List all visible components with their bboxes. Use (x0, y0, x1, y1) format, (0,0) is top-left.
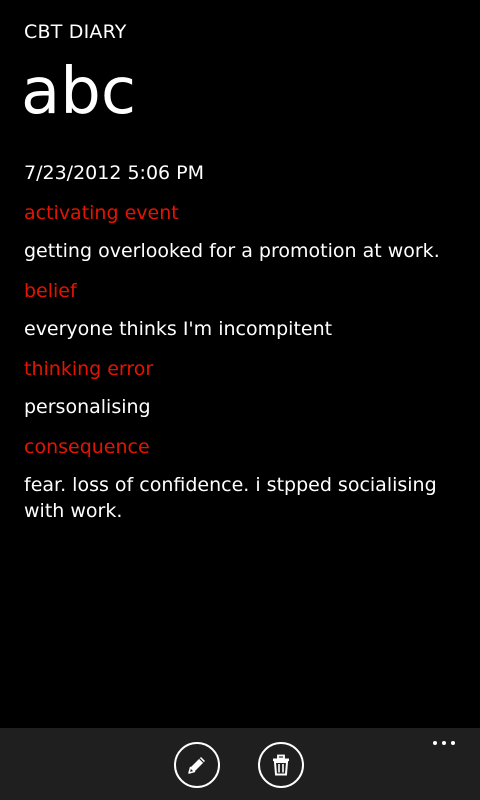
entry-datetime: 7/23/2012 5:06 PM (24, 162, 205, 184)
consequence-label: consequence (24, 436, 150, 458)
thinking-error-label: thinking error (24, 358, 154, 380)
activating-event-label: activating event (24, 202, 179, 224)
delete-icon (273, 754, 289, 776)
edit-button[interactable] (174, 742, 220, 788)
app-title: CBT DIARY (24, 21, 127, 43)
ellipsis-dot (451, 741, 455, 745)
more-options-button[interactable] (424, 732, 464, 754)
activating-event-value: getting overlooked for a promotion at wo… (24, 240, 440, 262)
delete-button[interactable] (258, 742, 304, 788)
page-title: abc (21, 55, 137, 129)
application-bar (0, 728, 480, 800)
ellipsis-dot (433, 741, 437, 745)
edit-icon (188, 757, 205, 774)
thinking-error-value: personalising (24, 396, 151, 418)
ellipsis-dot (442, 741, 446, 745)
consequence-value: fear. loss of confidence. i stpped socia… (24, 474, 437, 522)
belief-value: everyone thinks I'm incompitent (24, 318, 333, 340)
entry-details: 7/23/2012 5:06 PM activating event getti… (24, 160, 460, 538)
belief-label: belief (24, 280, 77, 302)
